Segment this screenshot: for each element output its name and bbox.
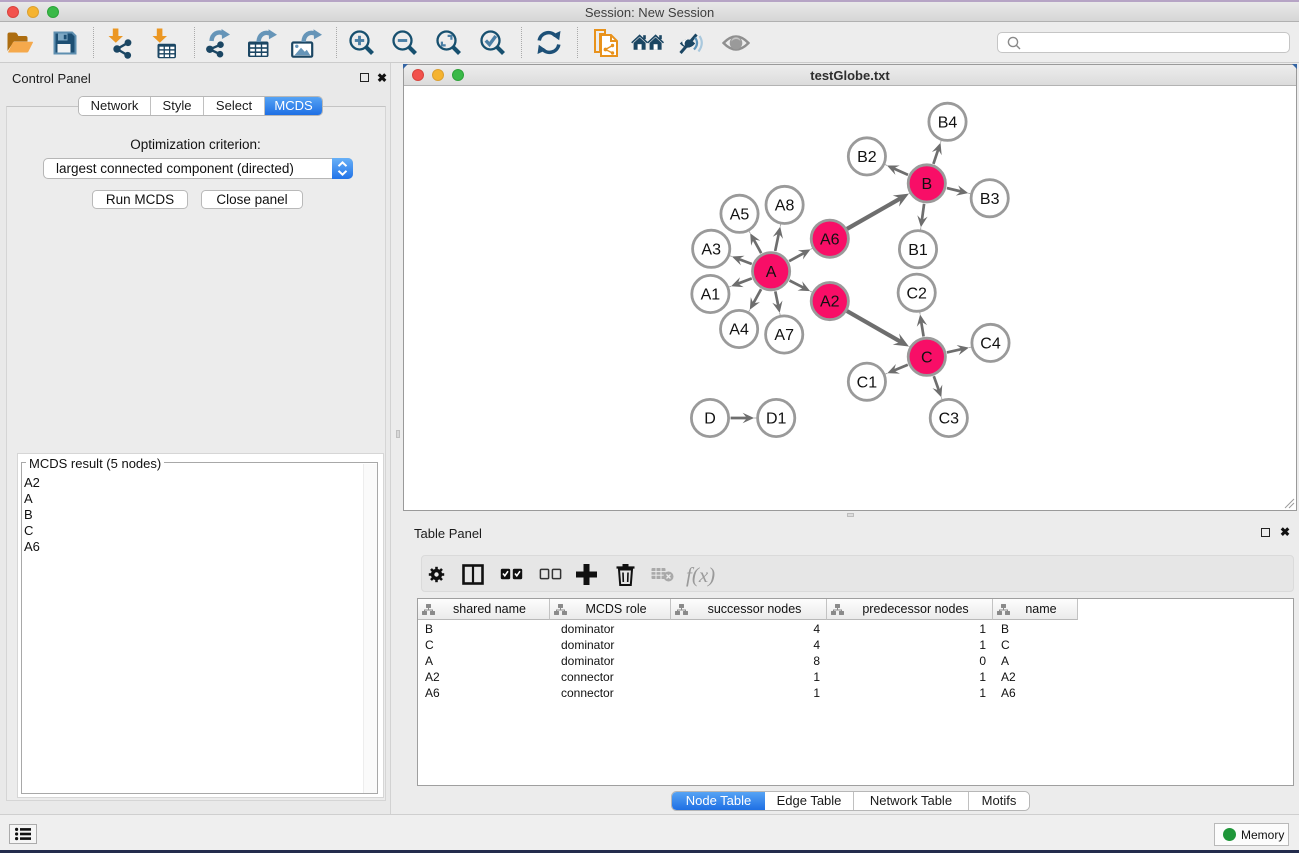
svg-text:A1: A1 bbox=[701, 287, 721, 304]
svg-text:B1: B1 bbox=[908, 242, 928, 259]
svg-text:A: A bbox=[766, 264, 777, 281]
svg-text:B2: B2 bbox=[857, 149, 877, 166]
svg-text:A7: A7 bbox=[774, 327, 794, 344]
svg-text:A8: A8 bbox=[775, 198, 795, 215]
svg-text:C2: C2 bbox=[906, 285, 927, 302]
svg-text:B: B bbox=[921, 176, 932, 193]
svg-text:A5: A5 bbox=[730, 206, 750, 223]
svg-text:C3: C3 bbox=[939, 411, 960, 428]
svg-text:C: C bbox=[921, 349, 933, 366]
svg-text:C4: C4 bbox=[980, 336, 1001, 353]
svg-text:C1: C1 bbox=[857, 374, 878, 391]
svg-text:A2: A2 bbox=[820, 294, 840, 311]
svg-text:D: D bbox=[704, 411, 716, 428]
svg-text:D1: D1 bbox=[766, 411, 787, 428]
svg-text:A3: A3 bbox=[701, 241, 721, 258]
svg-text:B3: B3 bbox=[980, 191, 1000, 208]
svg-text:A6: A6 bbox=[820, 231, 840, 248]
svg-text:B4: B4 bbox=[938, 114, 958, 131]
svg-text:A4: A4 bbox=[729, 322, 749, 339]
